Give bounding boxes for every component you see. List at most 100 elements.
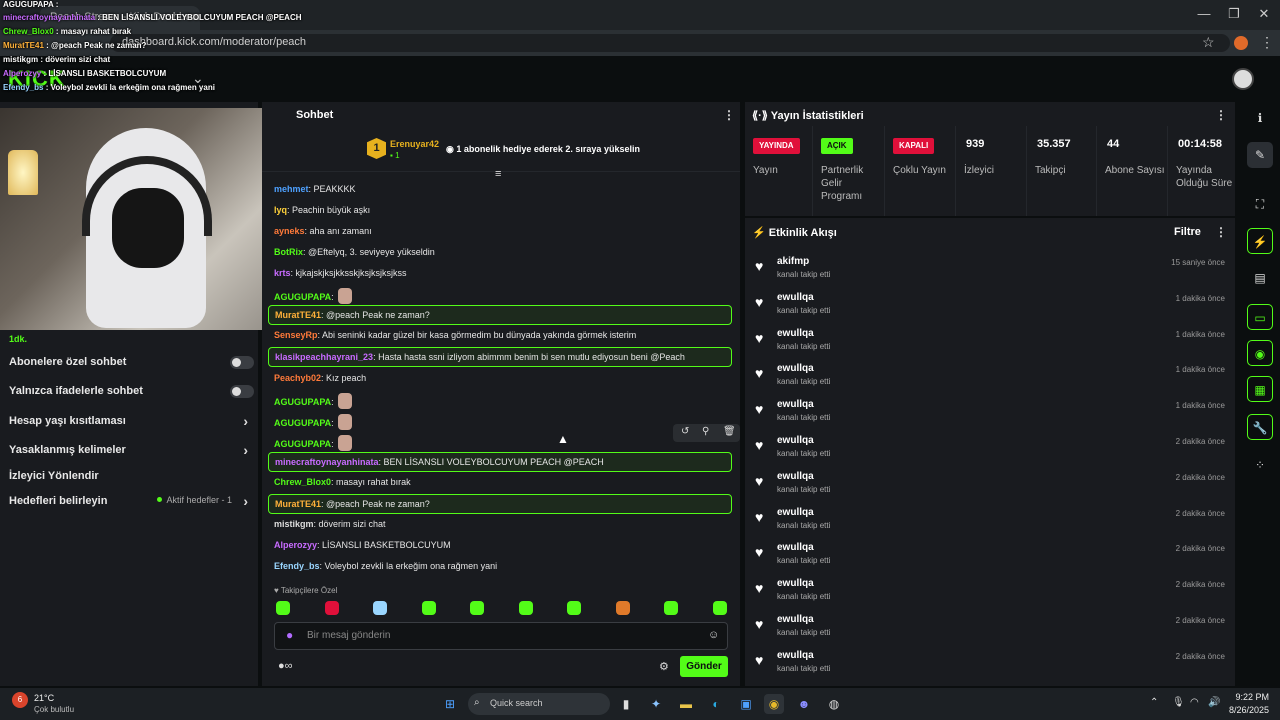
activity-item[interactable]: ♥ ewullqa kanalı takip etti 2 dakika önce xyxy=(755,507,1225,541)
copilot-icon[interactable]: ✦ xyxy=(646,694,666,714)
minimize-icon[interactable]: — xyxy=(1194,6,1214,21)
more-icon[interactable]: ⁘ xyxy=(1247,452,1273,478)
activity-item[interactable]: ♥ ewullqa kanalı takip etti 2 dakika önce xyxy=(755,614,1225,648)
chat-username[interactable]: ayneks xyxy=(274,226,305,236)
url-input[interactable]: dashboard.kick.com/moderator/peach xyxy=(110,34,1230,52)
bookmark-star-icon[interactable]: ☆ xyxy=(1202,34,1215,51)
chat-message[interactable]: AGUGUPAPA: xyxy=(268,431,732,451)
chat-username[interactable]: Chrew_Blox0 xyxy=(274,477,331,487)
emote-picker-icon[interactable] xyxy=(567,601,581,615)
chat-message[interactable]: minecraftoynayanhinata: BEN LİSANSLI VOL… xyxy=(268,452,732,472)
chat-username[interactable]: minecraftoynayanhinata xyxy=(275,457,379,467)
chat-message[interactable]: MuratTE41: @peach Peak ne zaman? xyxy=(268,494,732,514)
chrome-icon[interactable]: ◉ xyxy=(764,694,784,714)
emote-picker-icon[interactable] xyxy=(712,601,727,615)
age-restrict-setting[interactable]: Hesap yaşı kısıtlaması › xyxy=(9,413,254,429)
chat-username[interactable]: mistikgm xyxy=(274,519,314,529)
emote-only-setting[interactable]: Yalnızca ifadelerle sohbet xyxy=(9,385,254,398)
chat-message-input[interactable]: Bir mesaj gönderin xyxy=(274,622,728,650)
activity-menu-icon[interactable]: ⋮ xyxy=(1215,225,1227,239)
maximize-icon[interactable]: ❐ xyxy=(1224,6,1244,22)
activity-user[interactable]: ewullqa xyxy=(777,614,814,625)
tray-chevron-icon[interactable]: ⌃ xyxy=(1150,697,1158,708)
chat-message[interactable]: Alperozyy: LİSANSLI BASKETBOLCUYUM xyxy=(268,536,732,556)
close-icon[interactable]: ✕ xyxy=(1254,6,1274,22)
emote-picker-icon[interactable] xyxy=(421,601,436,615)
chat-message[interactable]: BotRix: @Eftelyq, 3. seviyeye yükseldin xyxy=(268,243,732,263)
community-icon[interactable]: ●∞ xyxy=(278,660,293,672)
windows-start-icon[interactable]: ⊞ xyxy=(440,694,460,714)
activity-user[interactable]: ewullqa xyxy=(777,578,814,589)
chat-message[interactable]: AGUGUPAPA: xyxy=(268,284,732,304)
activity-user[interactable]: ewullqa xyxy=(777,471,814,482)
clock-time[interactable]: 9:22 PM xyxy=(1229,692,1269,702)
emote-picker-icon[interactable] xyxy=(276,601,290,615)
activity-item[interactable]: ♥ ewullqa kanalı takip etti 2 dakika önce xyxy=(755,471,1225,505)
activity-user[interactable]: ewullqa xyxy=(777,363,814,374)
chat-message[interactable]: SenseyRp: Abi seninki kadar güzel bir ka… xyxy=(268,326,732,346)
microphone-icon[interactable]: ● xyxy=(286,628,293,642)
activity-item[interactable]: ♥ ewullqa kanalı takip etti 1 dakika önce xyxy=(755,328,1225,362)
emoji-icon[interactable]: ☺ xyxy=(708,629,719,641)
send-button[interactable]: Gönder xyxy=(680,656,728,677)
chat-message[interactable]: mistikgm: döverim sizi chat xyxy=(268,515,732,535)
discord-icon[interactable]: ☻ xyxy=(794,694,814,714)
chat-username[interactable]: BotRix xyxy=(274,247,303,257)
activity-user[interactable]: ewullqa xyxy=(777,328,814,339)
chat-message[interactable]: MuratTE41: @peach Peak ne zaman? xyxy=(268,305,732,325)
chat-username[interactable]: MuratTE41 xyxy=(275,499,321,509)
chat-username[interactable]: krts xyxy=(274,268,291,278)
emote-picker-icon[interactable] xyxy=(518,601,533,615)
chat-message[interactable]: AGUGUPAPA: xyxy=(268,389,732,409)
emote-picker-icon[interactable] xyxy=(324,601,339,615)
activity-item[interactable]: ♥ ewullqa kanalı takip etti 2 dakika önce xyxy=(755,435,1225,469)
chat-username[interactable]: AGUGUPAPA xyxy=(274,397,331,407)
goals-setting[interactable]: Hedefleri belirleyin Aktif hedefler - 1 › xyxy=(9,493,254,509)
chat-username[interactable]: Efendy_bs xyxy=(274,561,320,571)
activity-item[interactable]: ♥ akifmp kanalı takip etti 15 saniye önce xyxy=(755,256,1225,290)
chat-username[interactable]: AGUGUPAPA xyxy=(274,418,331,428)
avatar[interactable] xyxy=(1232,68,1254,90)
chat-username[interactable]: Alperozyy xyxy=(274,540,317,550)
chat-username[interactable]: Peachyb02 xyxy=(274,373,321,383)
chat-icon[interactable]: ▭ xyxy=(1247,304,1273,330)
undo-icon[interactable]: ↺ xyxy=(681,426,689,437)
chat-username[interactable]: AGUGUPAPA xyxy=(274,439,331,449)
chat-username[interactable]: klasikpeachhayrani_23 xyxy=(275,352,373,362)
layout-icon[interactable]: ▦ xyxy=(1247,376,1273,402)
chat-message[interactable]: klasikpeachhayrani_23: Hasta hasta ssni … xyxy=(268,347,732,367)
extension-icon[interactable] xyxy=(1234,36,1248,50)
store-icon[interactable]: ▣ xyxy=(736,694,756,714)
chat-message[interactable]: krts: kjkajskjksjkksskjksjksjksjkss xyxy=(268,264,732,284)
activity-item[interactable]: ♥ ewullqa kanalı takip etti 2 dakika önce xyxy=(755,650,1225,684)
filter-button[interactable]: Filtre xyxy=(1174,226,1201,238)
chat-message[interactable]: lyq: Peachin büyük aşkı xyxy=(268,201,732,221)
activity-user[interactable]: ewullqa xyxy=(777,399,814,410)
chat-message[interactable]: AGUGUPAPA: xyxy=(268,410,732,430)
activity-user[interactable]: ewullqa xyxy=(777,435,814,446)
activity-user[interactable]: ewullqa xyxy=(777,542,814,553)
fullscreen-icon[interactable]: ⛶ xyxy=(1247,191,1273,217)
emote-only-toggle[interactable] xyxy=(230,385,254,398)
document-icon[interactable]: ▤ xyxy=(1247,265,1273,291)
activity-item[interactable]: ♥ ewullqa kanalı takip etti 1 dakika önce xyxy=(755,363,1225,397)
chat-message[interactable]: Chrew_Blox0: masayı rahat bırak xyxy=(268,473,732,493)
collapse-icon[interactable]: ≡ xyxy=(495,168,501,180)
activity-user[interactable]: ewullqa xyxy=(777,292,814,303)
wifi-icon[interactable]: ◠ xyxy=(1190,697,1199,708)
emote-picker-icon[interactable] xyxy=(615,601,630,615)
delete-icon[interactable]: 🗑 xyxy=(723,426,736,437)
mic-tray-icon[interactable]: 🎙 xyxy=(1172,697,1185,708)
chat-username[interactable]: mehmet xyxy=(274,184,309,194)
weather-temp[interactable]: 21°C xyxy=(34,693,54,703)
file-explorer-icon[interactable]: ▬ xyxy=(676,694,696,714)
browser-menu-icon[interactable]: ⋮ xyxy=(1260,34,1274,51)
stats-menu-icon[interactable]: ⋮ xyxy=(1215,108,1227,122)
subs-only-setting[interactable]: Abonelere özel sohbet xyxy=(9,356,254,369)
emote-picker-icon[interactable] xyxy=(373,601,387,615)
chat-username[interactable]: SenseyRp xyxy=(274,330,318,340)
viewer-guide-setting[interactable]: İzleyici Yönlendir xyxy=(9,470,254,482)
emote-picker-icon[interactable] xyxy=(470,601,484,615)
subs-only-toggle[interactable] xyxy=(230,356,254,369)
settings-gear-icon[interactable]: ⚙ xyxy=(659,660,669,673)
